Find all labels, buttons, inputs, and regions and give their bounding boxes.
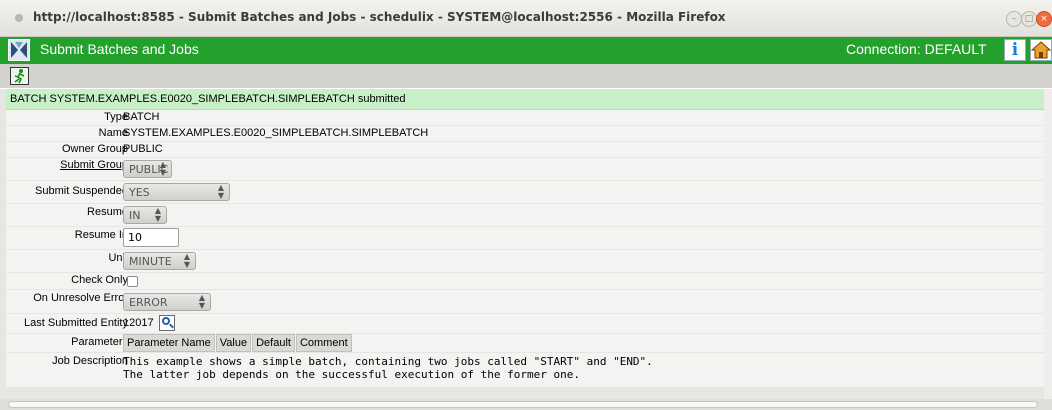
chevron-updown-icon: ▲ ▼ [183, 252, 190, 269]
chevron-updown-icon: ▲ ▼ [217, 183, 224, 200]
magnifier-icon[interactable] [159, 315, 175, 331]
submit-group-row: Submit Group PUBLIC ▲ ▼ [6, 158, 1044, 180]
submit-group-link[interactable]: Submit Group [60, 159, 128, 171]
running-man-icon[interactable] [10, 67, 29, 85]
status-message: BATCH SYSTEM.EXAMPLES.E0020_SIMPLEBATCH.… [6, 89, 1044, 110]
submit-suspended-selected: YES [129, 186, 150, 199]
chevron-updown-icon: ▲ ▼ [198, 293, 205, 310]
horizontal-scrollbar[interactable] [0, 399, 1052, 410]
submit-group-select[interactable]: PUBLIC ▲ ▼ [123, 160, 172, 178]
submit-form: BATCH SYSTEM.EXAMPLES.E0020_SIMPLEBATCH.… [0, 89, 1044, 399]
submit-suspended-select[interactable]: YES ▲ ▼ [123, 183, 230, 201]
submit-suspended-row: Submit Suspended YES ▲ ▼ [6, 181, 1044, 203]
on-unresolve-error-label: On Unresolve Error [33, 292, 128, 304]
unit-row: Unit MINUTE ▲ ▼ [6, 250, 1044, 272]
vertical-scrollbar[interactable] [1044, 89, 1052, 399]
connection-label: Connection: DEFAULT [846, 41, 987, 57]
info-glyph: i [1011, 40, 1019, 60]
column-header-default: Default [252, 334, 295, 352]
circle-icon [15, 14, 23, 22]
last-submitted-entity-row: Last Submitted Entity 12017 [6, 314, 1044, 333]
minimize-icon[interactable]: – [1006, 11, 1022, 27]
column-header-value: Value [215, 334, 252, 352]
last-submitted-entity-label: Last Submitted Entity [24, 317, 128, 329]
column-header-comment: Comment [295, 334, 352, 352]
column-header-parameter-name: Parameter Name [123, 334, 215, 352]
on-unresolve-error-row: On Unresolve Error ERROR ▲ ▼ [6, 290, 1044, 313]
resume-selected: IN [129, 209, 141, 222]
toolbar [0, 64, 1052, 88]
resume-in-row: Resume In 10 [6, 227, 1044, 249]
job-description-label: Job Description [52, 355, 128, 367]
status-message-text: BATCH SYSTEM.EXAMPLES.E0020_SIMPLEBATCH.… [10, 93, 406, 105]
resume-select[interactable]: IN ▲ ▼ [123, 206, 167, 224]
resume-in-input[interactable]: 10 [123, 228, 179, 247]
check-only-label: Check Only [71, 274, 128, 286]
unit-select[interactable]: MINUTE ▲ ▼ [123, 252, 196, 270]
type-row: Type BATCH [6, 110, 1044, 125]
resume-in-value: 10 [128, 231, 142, 244]
job-description-text: This example shows a simple batch, conta… [123, 355, 653, 381]
resume-row: Resume IN ▲ ▼ [6, 204, 1044, 226]
last-submitted-entity-value: 12017 [123, 317, 154, 329]
job-description-line: This example shows a simple batch, conta… [123, 355, 653, 368]
app-header: Submit Batches and Jobs Connection: DEFA… [0, 37, 1052, 64]
page-title: Submit Batches and Jobs [40, 41, 199, 57]
resume-in-label: Resume In [74, 229, 128, 241]
home-icon[interactable] [1030, 39, 1052, 61]
check-only-row: Check Only [6, 273, 1044, 289]
resume-label: Resume [87, 206, 128, 218]
job-description-row: Job Description This example shows a sim… [6, 353, 1044, 387]
on-unresolve-error-select[interactable]: ERROR ▲ ▼ [123, 293, 211, 311]
owner-group-row: Owner Group PUBLIC [6, 142, 1044, 157]
window-title: http://localhost:8585 - Submit Batches a… [33, 10, 726, 24]
parameters-row: Parameters Parameter Name Value Default … [6, 334, 1044, 352]
info-icon[interactable]: i [1004, 39, 1026, 61]
name-value: SYSTEM.EXAMPLES.E0020_SIMPLEBATCH.SIMPLE… [123, 127, 429, 139]
owner-group-value: PUBLIC [123, 143, 163, 155]
horizontal-scrollbar-thumb[interactable] [8, 401, 1038, 408]
schedulix-logo-icon [8, 39, 30, 61]
parameters-table-header: Parameter Name Value Default Comment [123, 334, 353, 352]
submit-suspended-label: Submit Suspended [35, 185, 128, 197]
window-titlebar: http://localhost:8585 - Submit Batches a… [0, 0, 1052, 37]
close-icon[interactable]: × [1036, 11, 1052, 27]
type-value: BATCH [123, 111, 160, 123]
owner-group-label: Owner Group [61, 143, 128, 155]
maximize-icon[interactable]: □ [1021, 11, 1037, 27]
parameters-label: Parameters [71, 336, 128, 348]
unit-selected: MINUTE [129, 255, 172, 268]
job-description-line: The latter job depends on the successful… [123, 368, 580, 381]
chevron-updown-icon: ▲ ▼ [154, 206, 161, 223]
chevron-updown-icon: ▲ ▼ [159, 160, 166, 177]
on-unresolve-error-selected: ERROR [129, 296, 168, 309]
name-row: Name SYSTEM.EXAMPLES.E0020_SIMPLEBATCH.S… [6, 126, 1044, 141]
check-only-checkbox[interactable] [127, 276, 138, 287]
